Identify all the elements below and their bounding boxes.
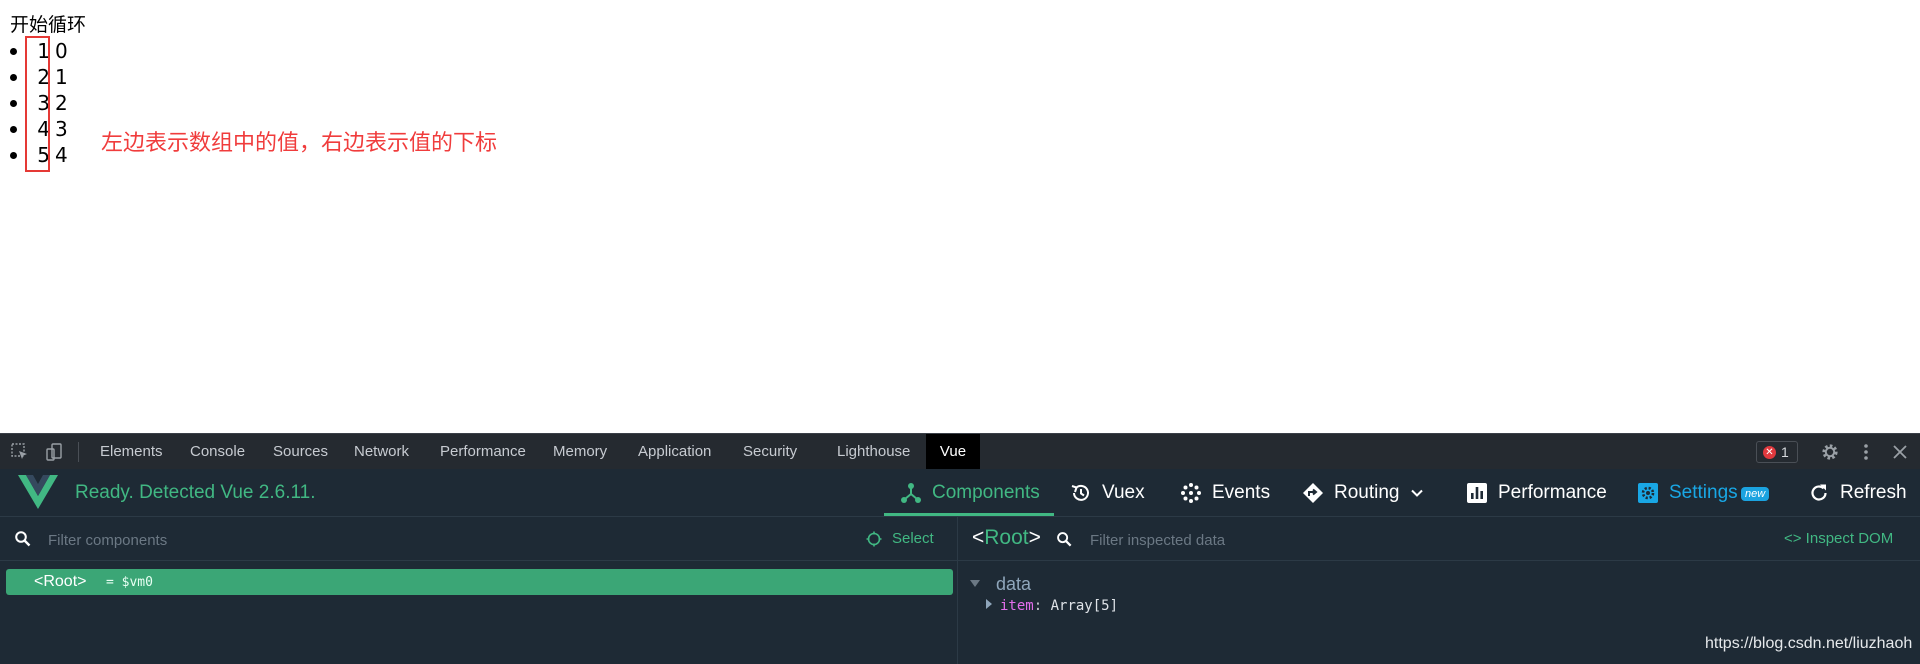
item-index: 4: [55, 143, 68, 167]
root-vm-ref: = $vm0: [106, 575, 153, 590]
bar-chart-icon: [1467, 483, 1487, 503]
nav-performance-label: Performance: [1498, 482, 1607, 503]
property-colon: :: [1033, 598, 1043, 614]
item-index: 3: [55, 117, 68, 141]
nav-performance-button[interactable]: Performance: [1466, 469, 1616, 516]
nav-components-button[interactable]: Components: [900, 469, 1050, 516]
inspector-header: <Root> <> Inspect DOM: [958, 517, 1920, 561]
filter-components-input[interactable]: [46, 527, 550, 553]
components-panel: Select <Root> = $vm0: [0, 517, 958, 664]
nav-vuex-button[interactable]: Vuex: [1070, 469, 1150, 516]
annotation-text: 左边表示数组中的值，右边表示值的下标: [101, 131, 498, 156]
title-bracket-open: <: [972, 526, 985, 549]
title-bracket-close: >: [1028, 526, 1041, 549]
tab-performance[interactable]: Performance: [428, 434, 538, 469]
item-index: 1: [55, 65, 68, 89]
tab-vue[interactable]: Vue: [926, 434, 980, 469]
watermark-url: https://blog.csdn.net/liuzhaoh: [1705, 635, 1913, 652]
search-icon: [15, 531, 31, 547]
bullet-icon: [10, 126, 17, 133]
error-counter-button[interactable]: ✕ 1: [1756, 441, 1798, 463]
nav-routing-label: Routing: [1334, 482, 1400, 503]
root-component-tag: <Root>: [34, 573, 87, 590]
nav-routing-button[interactable]: Routing: [1302, 469, 1432, 516]
toolbar-divider: [78, 442, 79, 462]
caret-down-icon: [970, 580, 980, 587]
refresh-icon: [1811, 484, 1827, 501]
tab-security[interactable]: Security: [731, 434, 809, 469]
bullet-icon: [10, 100, 17, 107]
nav-vuex-label: Vuex: [1102, 482, 1145, 503]
error-count: 1: [1781, 444, 1789, 460]
bullet-icon: [10, 152, 17, 159]
device-toolbar-icon[interactable]: [44, 442, 64, 462]
bullet-icon: [10, 48, 17, 55]
vue-logo-icon: [18, 475, 58, 509]
tab-lighthouse[interactable]: Lighthouse: [825, 434, 922, 469]
inspect-element-icon[interactable]: [10, 442, 30, 462]
nav-settings-label: Settings: [1669, 482, 1738, 503]
chevron-down-icon: [1411, 489, 1423, 497]
tab-memory[interactable]: Memory: [541, 434, 619, 469]
filter-inspected-data-input[interactable]: [1088, 527, 1592, 553]
list-item: 1 0: [0, 38, 120, 64]
search-icon: [1057, 532, 1072, 547]
tab-application[interactable]: Application: [626, 434, 723, 469]
crosshair-icon: [866, 531, 882, 547]
settings-icon: [1638, 483, 1658, 503]
nav-components-label: Components: [932, 482, 1040, 503]
list-item: 2 1: [0, 64, 120, 90]
error-icon: ✕: [1763, 446, 1776, 459]
components-icon: [901, 483, 921, 503]
data-section-label: data: [996, 574, 1032, 594]
bullet-icon: [10, 74, 17, 81]
vue-devtools-toolbar: Ready. Detected Vue 2.6.11. Components V…: [0, 469, 1920, 517]
directions-icon: [1303, 483, 1323, 503]
nav-refresh-label: Refresh: [1840, 482, 1907, 503]
component-tree-root-row[interactable]: <Root> = $vm0: [6, 569, 953, 595]
components-filter-bar: Select: [0, 517, 958, 561]
tab-console[interactable]: Console: [178, 434, 257, 469]
settings-gear-icon[interactable]: [1820, 442, 1840, 462]
vue-status: Ready. Detected Vue 2.6.11.: [75, 482, 316, 503]
page-title: 开始循环: [10, 14, 87, 36]
data-property-item[interactable]: item: Array[5]: [986, 597, 1118, 615]
inspect-dom-button[interactable]: <> Inspect DOM: [1784, 527, 1893, 551]
nav-events-button[interactable]: Events: [1180, 469, 1270, 516]
list-item: 3 2: [0, 90, 120, 116]
nav-refresh-button[interactable]: Refresh: [1808, 469, 1913, 516]
tab-network[interactable]: Network: [342, 434, 421, 469]
active-tab-indicator: [884, 513, 1054, 516]
select-label: Select: [892, 530, 934, 547]
events-icon: [1181, 483, 1201, 503]
item-index: 2: [55, 91, 68, 115]
property-value: Array[5]: [1050, 598, 1119, 614]
history-icon: [1071, 484, 1089, 501]
inspected-component-title: <Root>: [972, 525, 1041, 551]
new-badge: new: [1741, 487, 1770, 501]
caret-right-icon: [986, 599, 992, 609]
more-options-icon[interactable]: [1856, 442, 1876, 462]
nav-settings-button[interactable]: Settings new: [1637, 469, 1772, 516]
item-index: 0: [55, 39, 68, 63]
rendered-page: 开始循环 1 0 2 1 3 2 4 3 5 4 左边表示数组中的值，右边表示值…: [0, 0, 1920, 433]
nav-events-label: Events: [1212, 482, 1271, 503]
tab-elements[interactable]: Elements: [88, 434, 175, 469]
value-highlight-box: [25, 36, 50, 172]
devtools-tabbar: Elements Console Sources Network Perform…: [0, 433, 1920, 469]
tab-sources[interactable]: Sources: [261, 434, 340, 469]
title-component-name: Root: [984, 526, 1029, 549]
property-key: item: [1000, 598, 1034, 614]
close-devtools-icon[interactable]: [1890, 442, 1910, 462]
